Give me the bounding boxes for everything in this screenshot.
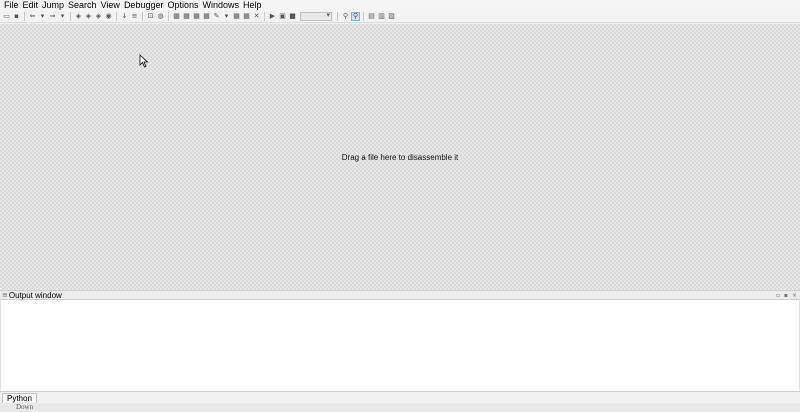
forward-icon[interactable]: ⇒ [48, 12, 57, 21]
enums-icon[interactable]: ▧ [387, 12, 396, 21]
menu-file[interactable]: File [2, 0, 21, 11]
mouse-cursor-icon [139, 54, 149, 68]
close-icon[interactable]: ✕ [252, 12, 261, 21]
chart-icon[interactable]: ▦ [242, 12, 251, 21]
output-window-title: Output window [8, 290, 62, 300]
structs-icon[interactable]: ▥ [377, 12, 386, 21]
chart-icon[interactable]: ▦ [172, 12, 181, 21]
chart-icon[interactable]: ▦ [192, 12, 201, 21]
toolbar-separator [24, 12, 25, 21]
sync-icon[interactable]: ⚲ [351, 12, 360, 21]
toolbar-separator [337, 12, 338, 21]
toolbar-separator [116, 12, 117, 21]
toolbar-separator [70, 12, 71, 21]
toolbar-separator [264, 12, 265, 21]
toolbar-separator [168, 12, 169, 21]
search-icon[interactable]: ◉ [104, 12, 113, 21]
chevron-down-icon[interactable]: ▾ [222, 12, 231, 21]
menu-jump[interactable]: Jump [40, 0, 66, 11]
open-icon[interactable]: ▭ [2, 12, 11, 21]
link-icon[interactable]: ⚲ [341, 12, 350, 21]
chart-icon[interactable]: ▦ [202, 12, 211, 21]
menu-debugger[interactable]: Debugger [122, 0, 166, 11]
menu-search[interactable]: Search [66, 0, 99, 11]
menu-options[interactable]: Options [165, 0, 200, 11]
toolbar-separator [363, 12, 364, 21]
drop-hint: Drag a file here to disassemble it [341, 153, 459, 162]
toolbar-separator [142, 12, 143, 21]
disassembly-area[interactable]: Drag a file here to disassemble it [0, 24, 800, 290]
output-window-icon: ≡ [2, 291, 8, 299]
segments-icon[interactable]: ▤ [367, 12, 376, 21]
chart-icon[interactable]: ▦ [232, 12, 241, 21]
pause-icon[interactable]: ▣ [278, 12, 287, 21]
menu-windows[interactable]: Windows [201, 0, 242, 11]
debugger-select[interactable] [300, 11, 332, 21]
back-icon[interactable]: ⇐ [28, 12, 37, 21]
globe-icon[interactable]: ◍ [156, 12, 165, 21]
menu-edit[interactable]: Edit [21, 0, 41, 11]
python-bar: Python [0, 391, 800, 404]
graph-icon[interactable]: ⊡ [146, 12, 155, 21]
output-window-header: ≡ Output window ▫ ▪ × [0, 290, 800, 300]
toolbar: ▭ ▪ ⇐ ▾ ⇒ ▾ ◈ ◈ ◈ ◉ ↓ ≡ ⊡ ◍ ▦ ▦ ▦ ▦ ✎ ▾ … [0, 11, 800, 23]
search-text-icon[interactable]: ◈ [74, 12, 83, 21]
output-window-body[interactable] [0, 300, 800, 391]
play-icon[interactable]: ▶ [268, 12, 277, 21]
list-icon[interactable]: ≡ [130, 12, 139, 21]
pen-icon[interactable]: ✎ [212, 12, 221, 21]
menu-view[interactable]: View [99, 0, 122, 11]
menu-bar: File Edit Jump Search View Debugger Opti… [0, 0, 800, 11]
status-text: Down [16, 403, 34, 411]
chevron-down-icon[interactable]: ▾ [38, 12, 47, 21]
search-binary-icon[interactable]: ◈ [84, 12, 93, 21]
stop-icon[interactable]: ■ [288, 12, 297, 21]
chevron-down-icon[interactable]: ▾ [58, 12, 67, 21]
menu-help[interactable]: Help [241, 0, 264, 11]
status-bar: Down [0, 403, 800, 412]
save-icon[interactable]: ▪ [12, 12, 21, 21]
chart-icon[interactable]: ▦ [182, 12, 191, 21]
download-icon[interactable]: ↓ [120, 12, 129, 21]
search-next-icon[interactable]: ◈ [94, 12, 103, 21]
